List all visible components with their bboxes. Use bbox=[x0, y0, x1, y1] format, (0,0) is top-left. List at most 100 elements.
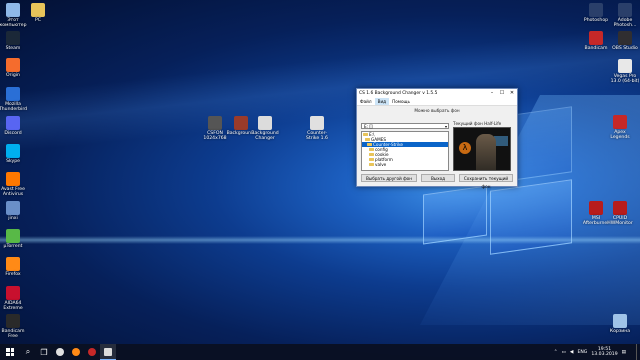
show-desktop-button[interactable] bbox=[636, 344, 640, 360]
taskbar-firefox-icon[interactable] bbox=[68, 344, 84, 360]
window-title: CS 1.6 Background Changer v 1.5.5 bbox=[359, 91, 438, 96]
menu-view[interactable]: Вид bbox=[374, 98, 390, 105]
desktop-icon-label: Discord bbox=[4, 131, 22, 136]
desktop-icon-label: OBS Studio bbox=[612, 46, 638, 51]
desktop-icon-label: Background Changer bbox=[251, 131, 279, 142]
button-row: Выбрать другой фон Выход Сохранить текущ… bbox=[361, 174, 513, 189]
desktop-icon-label: Origin bbox=[6, 73, 20, 78]
utorrent-icon bbox=[6, 229, 20, 243]
desktop-icon-right-7[interactable]: CPUID HWMonitor bbox=[598, 201, 640, 227]
volume-icon[interactable]: ◀ bbox=[570, 350, 574, 355]
firefox-icon bbox=[6, 257, 20, 271]
search-icon[interactable]: ⌕ bbox=[20, 344, 36, 360]
desktop-icon-left-2[interactable]: Origin bbox=[0, 58, 35, 78]
background-preview-image: λ bbox=[453, 127, 511, 171]
desktop-icon-label: Skype bbox=[6, 159, 20, 164]
desktop-icon-label: Bandicam Free bbox=[1, 329, 25, 340]
clock-date: 13.03.2019 bbox=[591, 352, 618, 357]
drive-select[interactable]: E: [] ▾ bbox=[361, 123, 449, 129]
desktop-icon-label: Mozilla Thunderbird bbox=[0, 102, 28, 113]
desktop-icon-middle-3[interactable]: Counter- Strike 1.6 bbox=[295, 116, 339, 142]
network-icon[interactable]: ▭ bbox=[562, 350, 566, 355]
folder-icon bbox=[367, 142, 372, 147]
folder-tree[interactable]: E:\ GAMES Counter-Strike config cookie platfo… bbox=[361, 131, 449, 171]
drive-select-value: E: [] bbox=[364, 124, 373, 129]
taskbar-browser-icon[interactable] bbox=[52, 344, 68, 360]
desktop-icon-left-9[interactable]: Firefox bbox=[0, 257, 35, 277]
chevron-down-icon[interactable]: ▾ bbox=[445, 124, 447, 130]
start-button[interactable] bbox=[0, 344, 20, 360]
desktop-icon-left-1[interactable]: Steam bbox=[0, 31, 35, 51]
close-button[interactable]: ✕ bbox=[507, 89, 517, 98]
desktop-icon-label: jinxi bbox=[8, 216, 18, 221]
origin-icon bbox=[6, 58, 20, 72]
desktop-icon-label: CPUID HWMonitor bbox=[607, 216, 633, 227]
folder-icon bbox=[369, 152, 374, 157]
choose-other-background-button[interactable]: Выбрать другой фон bbox=[361, 174, 417, 182]
document-icon bbox=[258, 116, 272, 130]
thunderbird-icon bbox=[6, 87, 20, 101]
window-titlebar[interactable]: CS 1.6 Background Changer v 1.5.5 – ☐ ✕ bbox=[357, 89, 517, 98]
desktop-icon-left-10[interactable]: AIDA64 Extreme bbox=[0, 286, 35, 312]
desktop-icon-left-6[interactable]: Avast Free Antivirus bbox=[0, 172, 35, 198]
desktop-icon-left-11[interactable]: Bandicam Free bbox=[0, 314, 35, 340]
choose-background-header: Можно выбрать фон bbox=[414, 108, 460, 113]
menu-file[interactable]: Файл bbox=[357, 98, 375, 105]
exit-button[interactable]: Выход bbox=[421, 174, 455, 182]
desktop-icon-left-3[interactable]: Mozilla Thunderbird bbox=[0, 87, 35, 113]
wallpaper-horizon bbox=[0, 236, 640, 244]
preview-scenery bbox=[494, 136, 508, 146]
folder-tree-item-label: valve bbox=[375, 162, 387, 167]
taskbar-media-icon[interactable] bbox=[84, 344, 100, 360]
photoshop-icon bbox=[618, 3, 632, 17]
desktop-icon-label: Корзина bbox=[609, 329, 631, 334]
save-current-background-button[interactable]: Сохранить текущий фон bbox=[459, 174, 513, 189]
desktop-icon-left-5[interactable]: Skype bbox=[0, 144, 35, 164]
desktop-icon-label: Apex Legends bbox=[610, 130, 630, 141]
minimize-button[interactable]: – bbox=[487, 89, 497, 98]
taskbar-background-changer-icon[interactable] bbox=[100, 344, 116, 360]
desktop-icon-right-4[interactable]: Vegas Pro 13.0 (64-bit) bbox=[603, 59, 640, 85]
chevron-up-icon[interactable]: ⌃ bbox=[554, 350, 558, 355]
desktop-icon-label: Counter- Strike 1.6 bbox=[306, 131, 328, 142]
desktop-icon-label: AIDA64 Extreme bbox=[3, 301, 23, 312]
desktop-icon-label: Steam bbox=[5, 46, 21, 51]
task-view-icon[interactable]: ❐ bbox=[36, 344, 52, 360]
obs-icon bbox=[618, 31, 632, 45]
desktop-icon-left-4[interactable]: Discord bbox=[0, 116, 35, 136]
folder-icon bbox=[363, 132, 368, 137]
steam-icon bbox=[6, 31, 20, 45]
language-indicator[interactable]: ENG bbox=[577, 350, 587, 355]
maximize-button[interactable]: ☐ bbox=[497, 89, 507, 98]
folder-icon bbox=[31, 3, 45, 17]
desktop-icon-label: Avast Free Antivirus bbox=[1, 187, 25, 198]
windows-logo-icon bbox=[6, 348, 14, 356]
menu-bar: Файл Вид Помощь bbox=[357, 98, 517, 106]
taskbar: ⌕ ❐ bbox=[0, 344, 640, 360]
folder-tree-item[interactable]: valve bbox=[362, 162, 448, 167]
desktop-icon-label: Adobe Photosh... bbox=[613, 18, 637, 29]
bandicam-icon bbox=[589, 31, 603, 45]
desktop-icon-right-5[interactable]: Apex Legends bbox=[598, 115, 640, 141]
desktop-icon-pc[interactable]: PC bbox=[16, 3, 60, 23]
hwmonitor-icon bbox=[613, 201, 627, 215]
desktop-icon-left-7[interactable]: jinxi bbox=[0, 201, 35, 221]
desktop-icon-middle-2[interactable]: Background Changer bbox=[243, 116, 287, 142]
background-changer-window[interactable]: CS 1.6 Background Changer v 1.5.5 – ☐ ✕ … bbox=[356, 88, 518, 189]
skype-icon bbox=[6, 144, 20, 158]
desktop-icon-right-1[interactable]: Adobe Photosh... bbox=[603, 3, 640, 29]
notifications-icon[interactable]: ▤ bbox=[622, 350, 626, 355]
desktop-icon-right-3[interactable]: OBS Studio bbox=[603, 31, 640, 51]
lambda-icon: λ bbox=[459, 142, 471, 154]
desktop-icon-left-8[interactable]: µTorrent bbox=[0, 229, 35, 249]
avast-icon bbox=[6, 172, 20, 186]
desktop-icon-label: µTorrent bbox=[3, 244, 23, 249]
folder-icon bbox=[365, 137, 370, 142]
menu-help[interactable]: Помощь bbox=[389, 98, 413, 105]
apex-icon bbox=[613, 115, 627, 129]
clock[interactable]: 19:51 13.03.2019 bbox=[591, 347, 617, 358]
discord-icon bbox=[6, 116, 20, 130]
desktop-icon-right-8[interactable]: Корзина bbox=[598, 314, 640, 334]
folder-icon bbox=[369, 157, 374, 162]
desktop-icon-label: PC bbox=[35, 18, 41, 23]
